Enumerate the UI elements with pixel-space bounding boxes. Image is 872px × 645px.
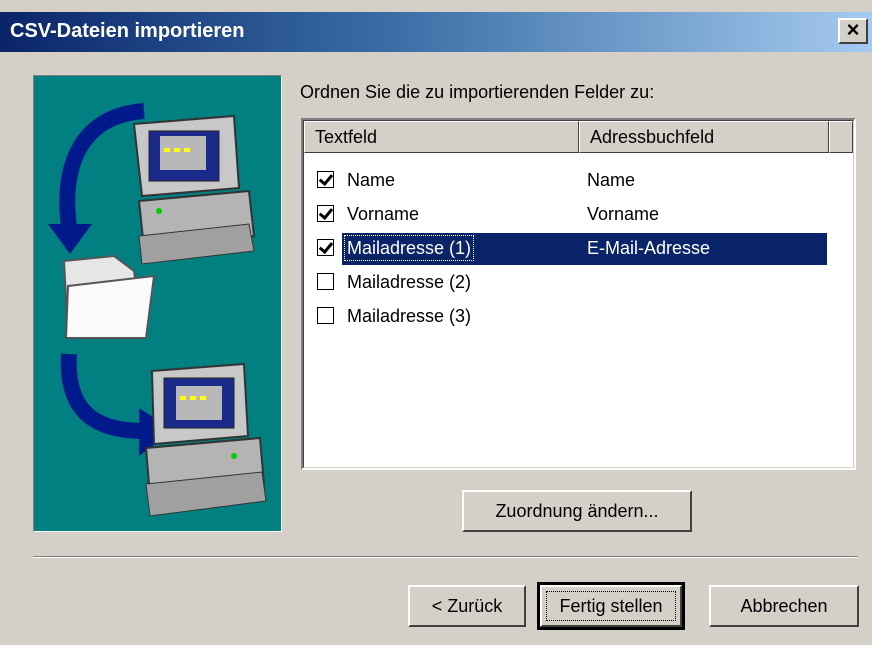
include-checkbox[interactable] xyxy=(317,205,334,222)
title-bar[interactable]: CSV-Dateien importieren × xyxy=(0,12,872,52)
column-header-filler xyxy=(829,121,853,153)
field-mapping-list[interactable]: Textfeld Adressbuchfeld Name Name Vornam… xyxy=(301,118,856,470)
addressbook-field-name: Name xyxy=(587,170,636,190)
text-field-name: Mailadresse (2) xyxy=(347,272,472,292)
addressbook-field-name: E-Mail-Adresse xyxy=(587,238,711,258)
cancel-button[interactable]: Abbrechen xyxy=(709,585,859,627)
instruction-text: Ordnen Sie die zu importierenden Felder … xyxy=(300,82,655,102)
include-checkbox[interactable] xyxy=(317,171,334,188)
computer-icon xyxy=(144,362,267,517)
list-item[interactable]: Vorname Vorname xyxy=(304,199,853,233)
list-rows: Name Name Vorname Vorname Mailadresse (1… xyxy=(304,165,853,335)
list-item[interactable]: Mailadresse (2) xyxy=(304,267,853,301)
close-button[interactable]: × xyxy=(838,18,868,44)
addressbook-field-name: Vorname xyxy=(587,204,660,224)
list-item-selected[interactable]: Mailadresse (1) E-Mail-Adresse xyxy=(304,233,853,267)
wizard-illustration xyxy=(33,75,282,532)
divider xyxy=(33,556,858,558)
window-title: CSV-Dateien importieren xyxy=(10,20,245,42)
include-checkbox[interactable] xyxy=(317,239,334,256)
list-item[interactable]: Name Name xyxy=(304,165,853,199)
list-item[interactable]: Mailadresse (3) xyxy=(304,301,853,335)
text-field-name: Mailadresse (1) xyxy=(344,235,475,261)
finish-button-label: Fertig stellen xyxy=(559,596,663,616)
column-header-addressbook[interactable]: Adressbuchfeld xyxy=(579,121,829,153)
finish-button[interactable]: Fertig stellen xyxy=(537,582,685,630)
include-checkbox[interactable] xyxy=(317,307,334,324)
column-header-textfield[interactable]: Textfeld xyxy=(304,121,579,153)
import-dialog: CSV-Dateien importieren × Ordnen Sie die… xyxy=(0,0,872,645)
text-field-name: Vorname xyxy=(347,204,420,224)
arrow-icon xyxy=(59,103,145,228)
list-header: Textfeld Adressbuchfeld xyxy=(304,121,853,153)
text-field-name: Name xyxy=(347,170,396,190)
computer-icon xyxy=(132,114,256,265)
include-checkbox[interactable] xyxy=(317,273,334,290)
text-field-name: Mailadresse (3) xyxy=(347,306,472,326)
folder-icon xyxy=(62,254,156,340)
change-mapping-button[interactable]: Zuordnung ändern... xyxy=(462,490,692,532)
back-button[interactable]: < Zurück xyxy=(408,585,526,627)
